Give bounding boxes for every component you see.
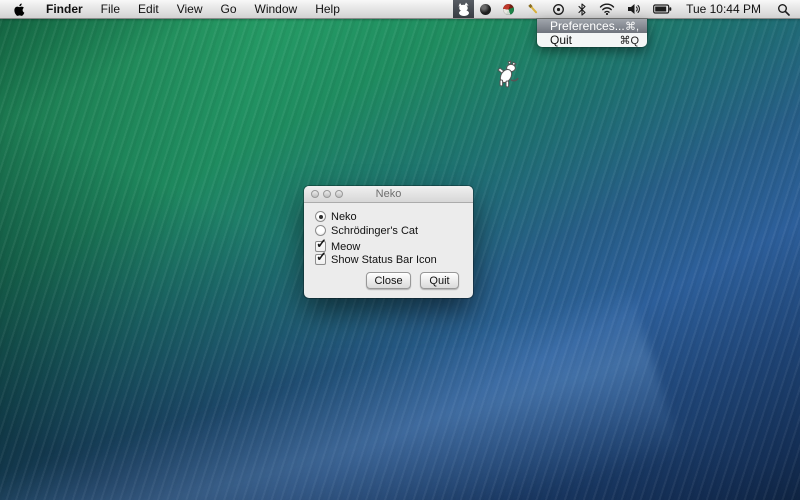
menu-file[interactable]: File [92,0,129,18]
record-circle-icon [552,3,565,16]
menu-go[interactable]: Go [212,0,246,18]
volume-icon [627,3,641,15]
status-item-battery[interactable] [647,0,678,18]
menu-bar-left: Finder File Edit View Go Window Help [0,0,349,18]
status-item-color-app[interactable] [497,0,520,18]
menu-edit[interactable]: Edit [129,0,168,18]
radio-schrodingers-cat[interactable] [315,225,326,236]
neko-cat-sprite [496,60,520,93]
menu-view[interactable]: View [168,0,212,18]
radio-neko-label: Neko [331,211,357,223]
menu-window[interactable]: Window [246,0,307,18]
apple-menu[interactable] [0,0,37,18]
status-item-wifi[interactable] [593,0,621,18]
status-bar: Tue 10:44 PM [453,0,800,18]
window-title: Neko [376,188,402,200]
menu-bar-clock[interactable]: Tue 10:44 PM [678,0,769,18]
status-item-volume[interactable] [621,0,647,18]
neko-status-menu: Preferences... ⌘, Quit ⌘Q [537,19,647,47]
menu-item-preferences-label: Preferences... [550,19,625,33]
status-item-spotlight[interactable] [769,0,800,18]
menu-item-preferences[interactable]: Preferences... ⌘, [537,19,647,33]
status-item-bluetooth[interactable] [571,0,593,18]
radio-row-schrodingers-cat: Schrödinger's Cat [315,224,418,237]
radio-schrodingers-cat-label: Schrödinger's Cat [331,225,418,237]
battery-icon [653,4,672,14]
radio-row-neko: Neko [315,210,357,223]
checkbox-meow-label: Meow [331,241,360,253]
neko-window: Neko Neko Schrödinger's Cat ✓ Meow ✓ Sho… [304,186,473,298]
wifi-icon [599,3,615,15]
radio-neko[interactable] [315,211,326,222]
status-item-dark-app[interactable] [474,0,497,18]
menu-bar: Finder File Edit View Go Window Help [0,0,800,19]
zoom-window-button[interactable] [335,190,343,198]
status-item-flashlight[interactable] [520,0,546,18]
close-window-button[interactable] [311,190,319,198]
status-item-neko[interactable] [453,0,474,18]
checkbox-show-status-bar-icon-label: Show Status Bar Icon [331,254,437,266]
checkbox-show-status-bar-icon[interactable]: ✓ [315,254,326,265]
quit-button[interactable]: Quit [420,272,459,289]
menu-item-quit[interactable]: Quit ⌘Q [537,33,647,47]
dark-app-icon [480,4,491,15]
spotlight-icon [777,3,790,16]
menu-finder[interactable]: Finder [37,0,92,18]
traffic-lights [311,190,343,198]
minimize-window-button[interactable] [323,190,331,198]
checkmark-icon: ✓ [316,250,327,263]
neko-cat-icon [457,2,471,16]
checkbox-row-status-bar-icon: ✓ Show Status Bar Icon [315,253,437,266]
window-title-bar[interactable]: Neko [304,186,473,203]
color-wheel-icon [503,4,514,15]
apple-logo-icon [13,2,26,17]
flashlight-icon [526,2,540,16]
bluetooth-icon [577,3,587,16]
menu-item-quit-shortcut: ⌘Q [619,34,639,47]
status-item-record[interactable] [546,0,571,18]
close-button[interactable]: Close [366,272,411,289]
menu-item-preferences-shortcut: ⌘, [625,20,639,33]
menu-help[interactable]: Help [306,0,349,18]
menu-item-quit-label: Quit [550,33,572,47]
